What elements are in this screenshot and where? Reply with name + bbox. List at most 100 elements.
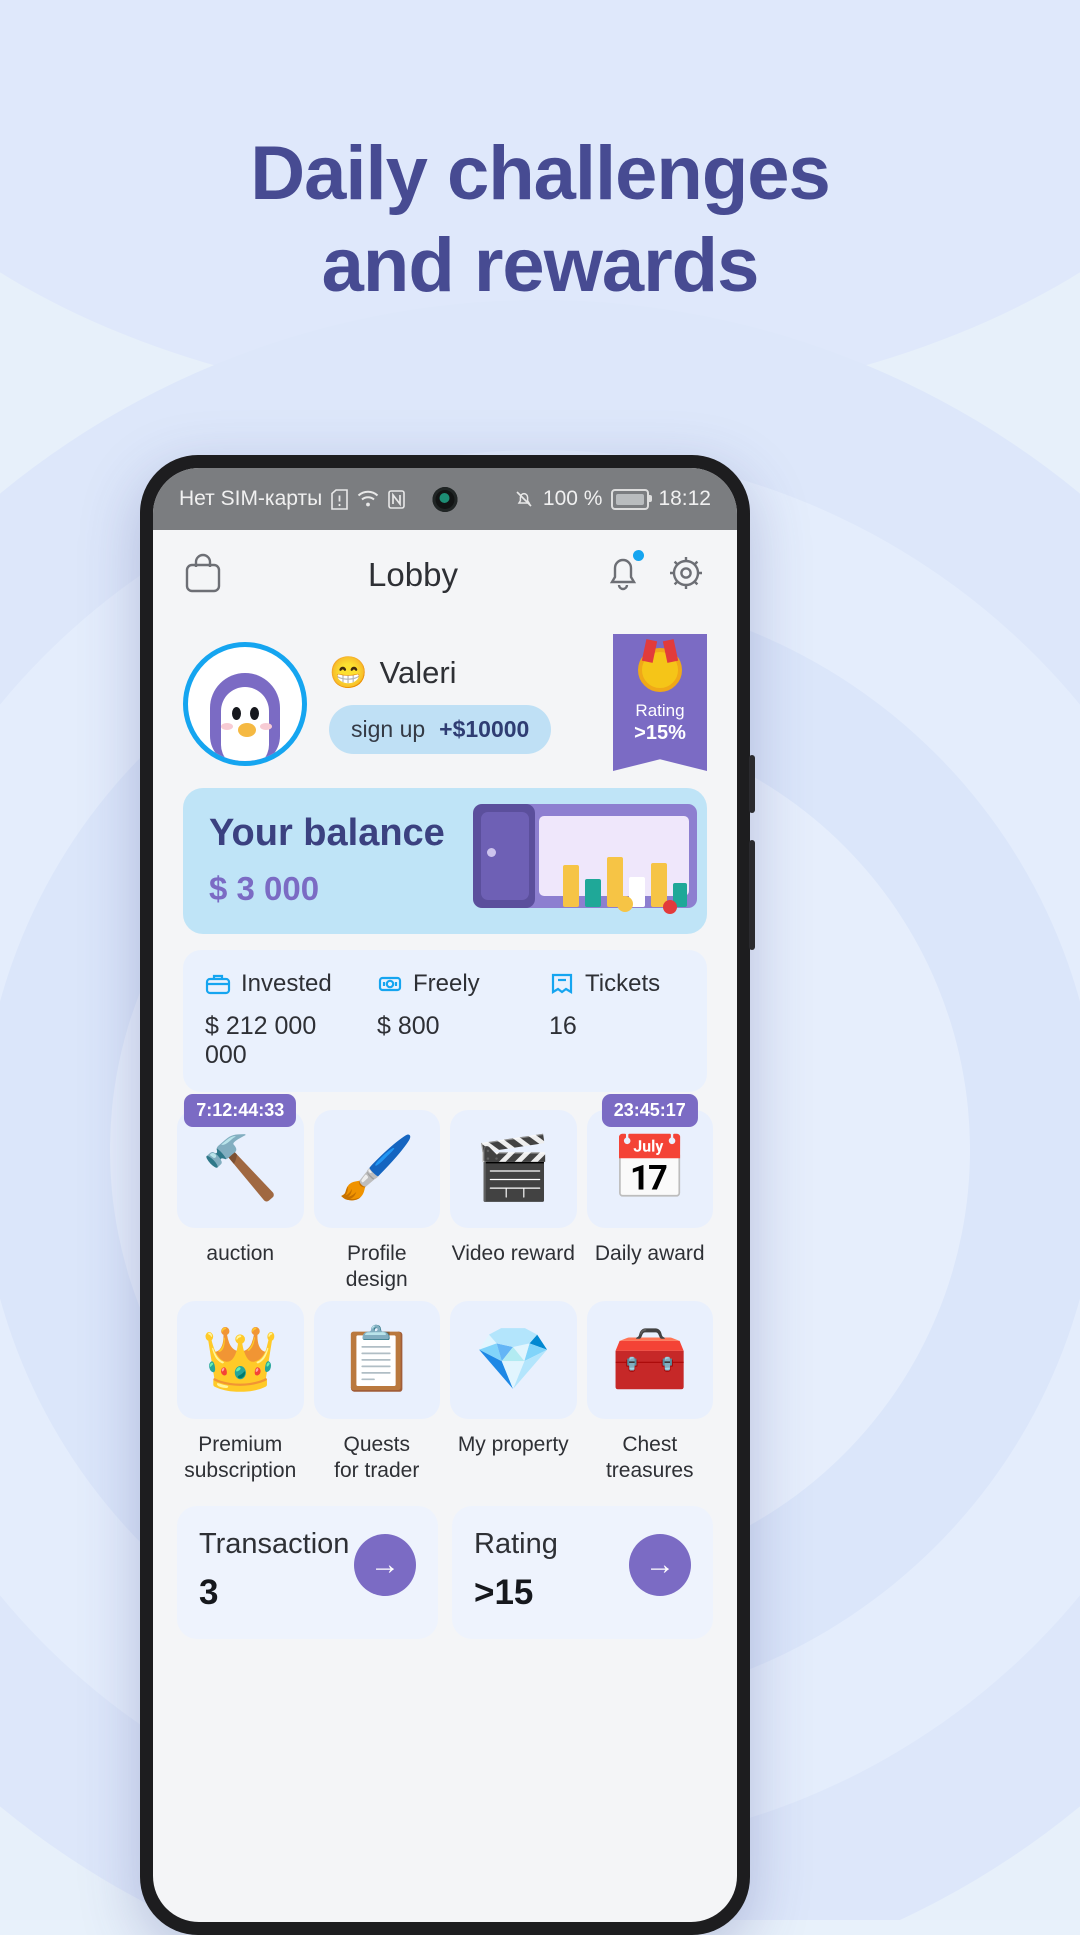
balance-card[interactable]: Your balance $ 3 000 <box>183 788 707 934</box>
stat-head: Tickets <box>549 970 703 998</box>
stat-head: Invested <box>205 970 359 998</box>
tile-chest-treasures[interactable]: 🧰 Chest treasures <box>586 1301 713 1484</box>
stat-label: Tickets <box>585 970 661 997</box>
balance-amount: $ 3 000 <box>209 870 320 907</box>
shopping-bag-icon[interactable] <box>183 552 223 599</box>
tile-video-reward[interactable]: 🎬 Video reward <box>450 1110 577 1293</box>
phone-mockup: Нет SIM-карты 100 % 18:12 Lobby 😁 Valeri… <box>140 455 755 1935</box>
feature-tile-grid: 7:12:44:33 🔨 auction 🖌️ Profile design 🎬… <box>177 1094 713 1484</box>
briefcase-icon <box>205 974 231 995</box>
penguin-cheek-left <box>221 723 233 730</box>
notification-dot-badge <box>632 549 644 561</box>
profile-name-row: 😁 Valeri <box>329 654 551 691</box>
rating-badge-label: Rating <box>635 701 685 720</box>
stat-invested[interactable]: Invested $ 212 000 000 <box>187 970 359 1070</box>
auction-hammer-icon: 🔨 <box>177 1110 304 1228</box>
rating-badge-value: >15% <box>634 722 686 744</box>
tile-timer-badge: 23:45:17 <box>601 1094 698 1127</box>
promo-headline-line1: Daily challenges <box>250 131 831 216</box>
profile-info: 😁 Valeri sign up +$10000 <box>329 654 552 754</box>
battery-percent-label: 100 % <box>542 487 603 510</box>
tile-label: Premium subscription <box>184 1433 297 1482</box>
tile-label: Profile design <box>345 1242 408 1291</box>
signup-bonus-chip[interactable]: sign up +$10000 <box>329 705 552 754</box>
stat-value: $ 800 <box>377 1012 440 1040</box>
status-bar-right: 100 % 18:12 <box>514 487 711 511</box>
signup-amount: +$10000 <box>439 716 530 742</box>
phone-volume-button <box>749 755 755 813</box>
wifi-icon <box>358 490 379 507</box>
cash-icon <box>378 976 402 992</box>
status-bar: Нет SIM-карты 100 % 18:12 <box>153 468 737 530</box>
status-bar-left: Нет SIM-карты <box>179 487 405 511</box>
bell-icon[interactable] <box>603 549 644 599</box>
arrow-right-icon[interactable]: → <box>629 1534 691 1596</box>
nfc-icon <box>388 489 405 509</box>
mood-emoji[interactable]: 😁 <box>329 654 368 691</box>
card-title: Rating <box>474 1528 558 1560</box>
penguin-cheek-right <box>260 723 272 730</box>
tile-label: Daily award <box>594 1242 705 1265</box>
paint-brush-icon: 🖌️ <box>313 1110 440 1228</box>
tile-label: Chest treasures <box>605 1433 694 1482</box>
film-strip-icon: 🎬 <box>450 1110 577 1228</box>
tile-daily-award[interactable]: 23:45:17 📅 Daily award <box>586 1094 713 1293</box>
balance-title: Your balance <box>209 812 445 854</box>
gear-icon[interactable] <box>665 552 707 599</box>
avatar[interactable] <box>183 642 307 766</box>
rating-badge[interactable]: Rating >15% <box>613 634 707 745</box>
app-header: Lobby <box>153 530 737 620</box>
front-camera <box>432 487 458 512</box>
tile-label: Quests for trader <box>334 1433 420 1482</box>
phone-power-button <box>749 840 755 950</box>
tile-label: My property <box>457 1433 569 1456</box>
card-title: Transaction <box>199 1528 350 1560</box>
tile-premium-subscription[interactable]: 👑 Premium subscription <box>177 1301 304 1484</box>
tile-profile-design[interactable]: 🖌️ Profile design <box>313 1110 440 1293</box>
stat-freely[interactable]: Freely $ 800 <box>359 970 531 1070</box>
ticket-icon <box>551 973 573 994</box>
profile-row: 😁 Valeri sign up +$10000 Rating >15% <box>153 620 737 774</box>
tile-auction[interactable]: 7:12:44:33 🔨 auction <box>177 1094 304 1293</box>
calendar-icon: 📅 <box>586 1110 713 1228</box>
battery-charging-icon <box>611 488 653 510</box>
stat-tickets[interactable]: Tickets 16 <box>531 970 703 1070</box>
sim-alert-icon <box>331 488 348 510</box>
safe-with-treasure-illustration <box>467 800 697 925</box>
stat-label: Invested <box>241 970 332 997</box>
phone-screen: Нет SIM-карты 100 % 18:12 Lobby 😁 Valeri… <box>153 468 737 1922</box>
tile-my-property[interactable]: 💎 My property <box>450 1301 577 1484</box>
transaction-card[interactable]: Transaction 3 → <box>177 1506 438 1639</box>
tile-quests-for-trader[interactable]: 📋 Quests for trader <box>313 1301 440 1484</box>
stat-head: Freely <box>377 970 531 998</box>
rating-card-text: Rating >15 <box>474 1528 558 1613</box>
penguin-eye-left <box>232 707 241 720</box>
clock-label: 18:12 <box>658 487 711 510</box>
carrier-label: Нет SIM-карты <box>179 487 323 510</box>
clipboard-icon: 📋 <box>313 1301 440 1419</box>
rating-card[interactable]: Rating >15 → <box>452 1506 713 1639</box>
tile-label: auction <box>206 1242 275 1265</box>
summary-cards: Transaction 3 → Rating >15 → <box>177 1506 713 1639</box>
penguin-beak <box>238 723 256 737</box>
stat-label: Freely <box>413 970 480 997</box>
profile-name: Valeri <box>379 654 457 690</box>
arrow-right-icon[interactable]: → <box>354 1534 416 1596</box>
gem-icon: 💎 <box>450 1301 577 1419</box>
crown-icon: 👑 <box>177 1301 304 1419</box>
promo-headline: Daily challenges and rewards <box>0 128 1080 312</box>
treasure-chest-icon: 🧰 <box>586 1301 713 1419</box>
stat-value: 16 <box>549 1012 577 1040</box>
tile-timer-badge: 7:12:44:33 <box>184 1094 297 1127</box>
signup-label: sign up <box>351 716 426 742</box>
medal-icon <box>638 648 682 692</box>
transaction-card-text: Transaction 3 <box>199 1528 349 1613</box>
card-value: 3 <box>199 1573 219 1612</box>
bell-muted-icon <box>516 491 532 507</box>
card-value: >15 <box>474 1573 534 1612</box>
stats-row: Invested $ 212 000 000 Freely $ 800 Tick… <box>183 950 707 1092</box>
stat-value: $ 212 000 000 <box>205 1012 317 1069</box>
tile-label: Video reward <box>451 1242 575 1265</box>
app-header-actions <box>603 549 707 599</box>
penguin-eye-right <box>250 707 259 720</box>
